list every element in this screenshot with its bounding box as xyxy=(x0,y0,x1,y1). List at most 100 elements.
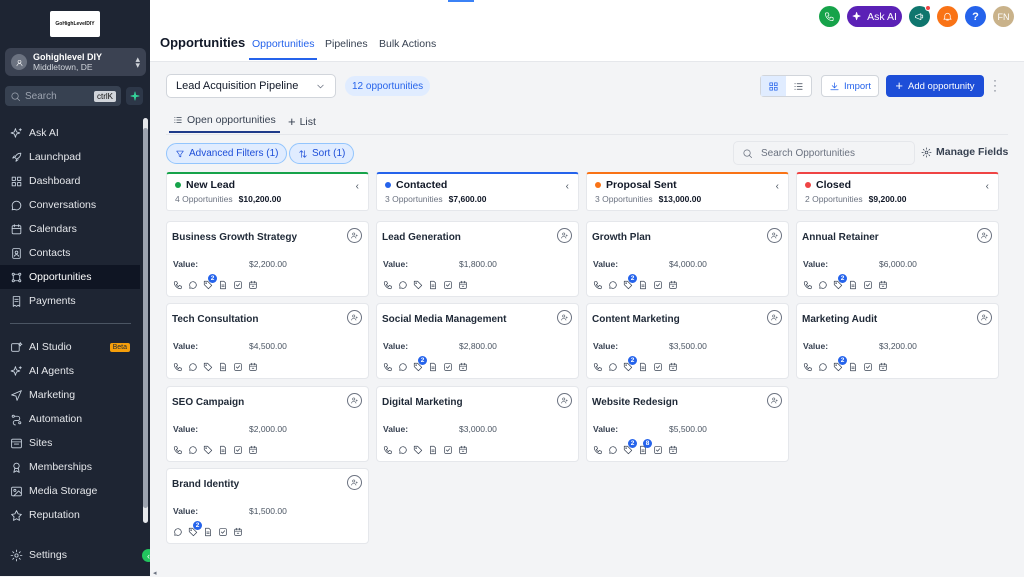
chat-icon[interactable] xyxy=(188,280,198,290)
phone-icon[interactable] xyxy=(803,280,813,290)
tag-icon[interactable] xyxy=(413,280,423,290)
phone-icon[interactable] xyxy=(173,362,183,372)
phone-icon[interactable] xyxy=(383,280,393,290)
document-icon[interactable] xyxy=(638,280,648,290)
opportunity-card[interactable]: Digital Marketing Value: $3,000.00 xyxy=(376,386,579,462)
tag-icon[interactable]: 2 xyxy=(833,274,847,290)
tab-bulk-actions[interactable]: Bulk Actions xyxy=(379,38,436,50)
sidebar-item-payments[interactable]: Payments xyxy=(0,289,142,313)
advanced-filters-button[interactable]: Advanced Filters (1) xyxy=(166,143,288,164)
announcements-button[interactable] xyxy=(909,5,931,27)
add-list-tab[interactable]: + List xyxy=(288,114,316,129)
quick-action-icon[interactable] xyxy=(126,87,143,105)
chat-icon[interactable] xyxy=(398,445,408,455)
tab-open-opportunities[interactable]: Open opportunities xyxy=(169,114,280,133)
phone-button[interactable] xyxy=(819,6,840,27)
list-view-button[interactable] xyxy=(786,76,811,96)
phone-icon[interactable] xyxy=(173,445,183,455)
sidebar-item-sites[interactable]: Sites xyxy=(0,431,142,455)
opportunity-card[interactable]: Growth Plan Value: $4,000.00 2 xyxy=(586,221,789,297)
sidebar-item-dashboard[interactable]: Dashboard xyxy=(0,169,142,193)
task-icon[interactable] xyxy=(653,362,663,372)
task-icon[interactable] xyxy=(218,527,228,537)
task-icon[interactable] xyxy=(653,280,663,290)
task-icon[interactable] xyxy=(233,280,243,290)
manage-fields-button[interactable]: Manage Fields xyxy=(921,146,1008,158)
assign-user-icon[interactable] xyxy=(557,393,572,408)
opportunity-card[interactable]: Social Media Management Value: $2,800.00 2 xyxy=(376,303,579,379)
document-icon[interactable] xyxy=(638,362,648,372)
opportunity-card[interactable]: Website Redesign Value: $5,500.00 2 8 xyxy=(586,386,789,462)
appointment-icon[interactable] xyxy=(248,280,258,290)
chat-icon[interactable] xyxy=(608,445,618,455)
task-icon[interactable] xyxy=(863,362,873,372)
opportunity-card[interactable]: Annual Retainer Value: $6,000.00 2 xyxy=(796,221,999,297)
phone-icon[interactable] xyxy=(383,362,393,372)
chat-icon[interactable] xyxy=(608,280,618,290)
opportunity-card[interactable]: SEO Campaign Value: $2,000.00 xyxy=(166,386,369,462)
tag-icon[interactable]: 2 xyxy=(623,356,637,372)
opportunity-card[interactable]: Brand Identity Value: $1,500.00 2 xyxy=(166,468,369,544)
sidebar-item-contacts[interactable]: Contacts xyxy=(0,241,142,265)
phone-icon[interactable] xyxy=(593,362,603,372)
help-button[interactable]: ? xyxy=(965,6,986,27)
appointment-icon[interactable] xyxy=(878,280,888,290)
chat-icon[interactable] xyxy=(818,362,828,372)
chat-icon[interactable] xyxy=(608,362,618,372)
sidebar-item-ai-agents[interactable]: AI Agents xyxy=(0,359,142,383)
appointment-icon[interactable] xyxy=(458,445,468,455)
appointment-icon[interactable] xyxy=(668,280,678,290)
opportunity-card[interactable]: Marketing Audit Value: $3,200.00 2 xyxy=(796,303,999,379)
phone-icon[interactable] xyxy=(593,280,603,290)
tag-icon[interactable]: 2 xyxy=(188,521,202,537)
phone-icon[interactable] xyxy=(593,445,603,455)
collapse-column-icon[interactable]: ‹ xyxy=(356,181,359,192)
appointment-icon[interactable] xyxy=(668,362,678,372)
sidebar-item-reputation[interactable]: Reputation xyxy=(0,503,142,527)
chat-icon[interactable] xyxy=(818,280,828,290)
document-icon[interactable] xyxy=(218,280,228,290)
tag-icon[interactable]: 2 xyxy=(833,356,847,372)
assign-user-icon[interactable] xyxy=(347,475,362,490)
account-switcher[interactable]: Gohighlevel DIY Middletown, DE ▴ ▾ xyxy=(5,48,146,76)
sidebar-item-media-storage[interactable]: Media Storage xyxy=(0,479,142,503)
board-view-button[interactable] xyxy=(761,76,786,96)
collapse-column-icon[interactable]: ‹ xyxy=(566,181,569,192)
document-icon[interactable] xyxy=(848,280,858,290)
appointment-icon[interactable] xyxy=(248,445,258,455)
collapse-column-icon[interactable]: ‹ xyxy=(986,181,989,192)
phone-icon[interactable] xyxy=(173,280,183,290)
document-icon[interactable] xyxy=(218,362,228,372)
tag-icon[interactable] xyxy=(203,362,213,372)
pipeline-select[interactable]: Lead Acquisition Pipeline xyxy=(166,74,336,98)
sort-button[interactable]: Sort (1) xyxy=(289,143,355,164)
document-icon[interactable] xyxy=(428,362,438,372)
more-options-icon[interactable]: · · · xyxy=(992,74,998,96)
chat-icon[interactable] xyxy=(173,527,183,537)
task-icon[interactable] xyxy=(653,445,663,455)
task-icon[interactable] xyxy=(233,362,243,372)
document-icon[interactable]: 8 xyxy=(638,439,652,455)
appointment-icon[interactable] xyxy=(233,527,243,537)
phone-icon[interactable] xyxy=(383,445,393,455)
document-icon[interactable] xyxy=(428,280,438,290)
sidebar-item-settings[interactable]: Settings xyxy=(0,543,142,567)
notifications-button[interactable] xyxy=(937,6,958,27)
sidebar-item-launchpad[interactable]: Launchpad xyxy=(0,145,142,169)
chat-icon[interactable] xyxy=(398,362,408,372)
tag-icon[interactable] xyxy=(203,445,213,455)
chat-icon[interactable] xyxy=(398,280,408,290)
user-avatar[interactable]: FN xyxy=(993,6,1014,27)
assign-user-icon[interactable] xyxy=(767,228,782,243)
assign-user-icon[interactable] xyxy=(977,228,992,243)
collapse-column-icon[interactable]: ‹ xyxy=(776,181,779,192)
task-icon[interactable] xyxy=(443,280,453,290)
task-icon[interactable] xyxy=(443,445,453,455)
document-icon[interactable] xyxy=(203,527,213,537)
sidebar-item-conversations[interactable]: Conversations xyxy=(0,193,142,217)
tag-icon[interactable]: 2 xyxy=(623,439,637,455)
document-icon[interactable] xyxy=(428,445,438,455)
opportunity-card[interactable]: Lead Generation Value: $1,800.00 xyxy=(376,221,579,297)
assign-user-icon[interactable] xyxy=(767,310,782,325)
chat-icon[interactable] xyxy=(188,445,198,455)
